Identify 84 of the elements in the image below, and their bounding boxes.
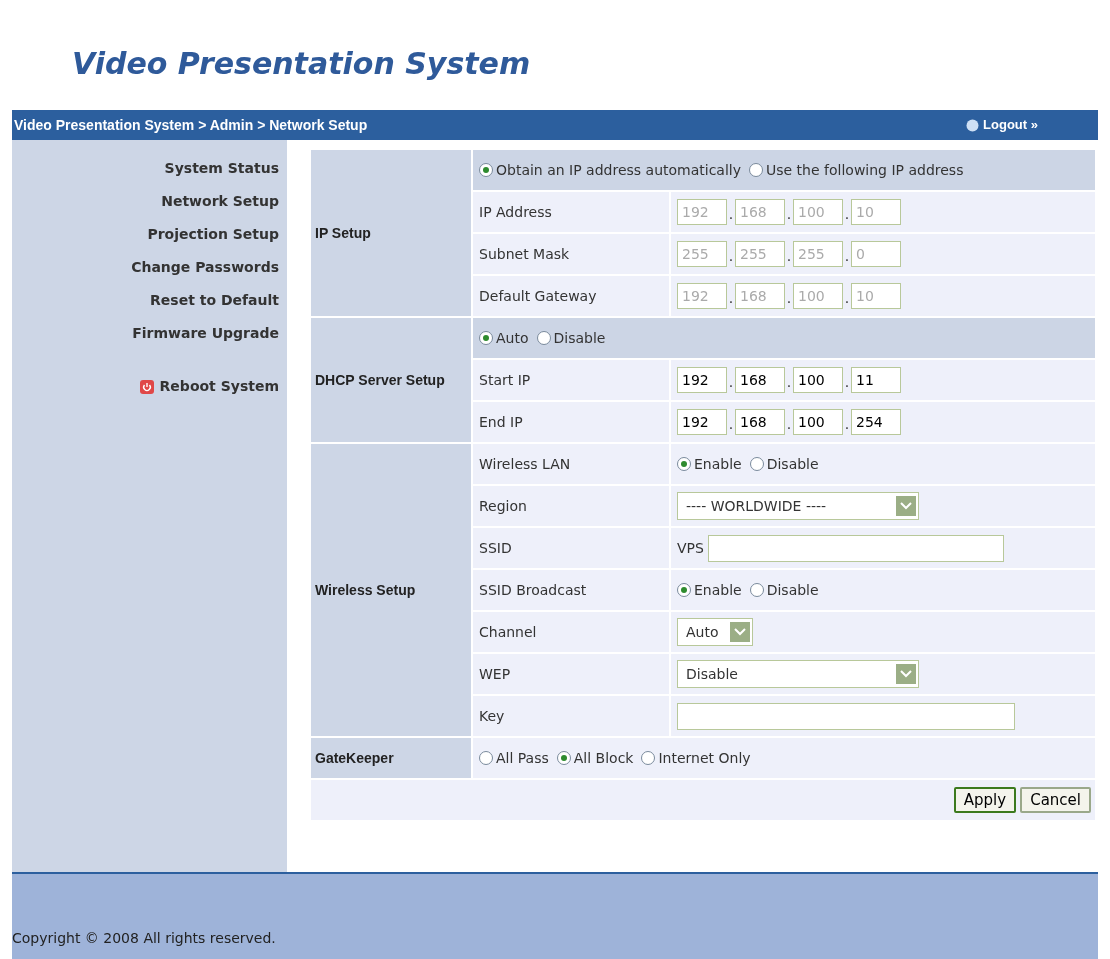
- dot-separator: .: [843, 415, 851, 434]
- radio-button[interactable]: [641, 751, 656, 765]
- radio-button[interactable]: [479, 163, 493, 177]
- ip-octet-field[interactable]: 168: [735, 409, 785, 435]
- dot-separator: .: [727, 373, 735, 392]
- field-label: IP Address: [473, 192, 669, 232]
- chevron-down-icon: [896, 496, 916, 516]
- radio-label: Use the following IP address: [766, 160, 964, 180]
- radio-label: Disable: [766, 454, 819, 474]
- dot-separator: .: [785, 415, 793, 434]
- sidebar-link[interactable]: Change Passwords: [131, 251, 279, 284]
- section-title: DHCP Server Setup: [311, 318, 471, 442]
- radio-label: All Block: [573, 748, 634, 768]
- radio-label: Enable: [694, 580, 742, 600]
- radio-button[interactable]: [479, 331, 493, 345]
- radio-button[interactable]: [677, 457, 691, 471]
- dropdown[interactable]: Auto: [677, 618, 753, 646]
- form-button[interactable]: Apply: [953, 787, 1017, 813]
- section-title: GateKeeper: [311, 738, 471, 778]
- dot-separator: .: [785, 373, 793, 392]
- chevron-down-icon: [730, 622, 750, 642]
- copyright-text: Copyright © 2008 All rights reserved.: [12, 929, 276, 948]
- field-label: Key: [473, 696, 669, 736]
- sidebar-link[interactable]: System Status: [164, 152, 279, 185]
- field-label: SSID Broadcast: [473, 570, 669, 610]
- ip-octet-field[interactable]: 100: [793, 367, 843, 393]
- field-label: Subnet Mask: [473, 234, 669, 274]
- radio-label: Auto: [496, 328, 529, 348]
- field-label: End IP: [473, 402, 669, 442]
- ip-octet-field[interactable]: 168: [735, 367, 785, 393]
- field-prefix: VPS: [677, 538, 704, 558]
- power-icon: [139, 379, 154, 394]
- field-label: Wireless LAN: [473, 444, 669, 484]
- dot-separator: .: [727, 205, 735, 224]
- dropdown[interactable]: ---- WORLDWIDE ----: [677, 492, 919, 520]
- radio-button[interactable]: [536, 331, 551, 345]
- radio-label: Disable: [553, 328, 606, 348]
- radio-button[interactable]: [749, 163, 763, 177]
- radio-label: Internet Only: [658, 748, 751, 768]
- radio-button[interactable]: [749, 583, 764, 597]
- reboot-link[interactable]: Reboot System: [139, 370, 279, 403]
- text-field[interactable]: [677, 702, 1015, 730]
- radio-label: Disable: [766, 580, 819, 600]
- ip-octet-field[interactable]: 192: [677, 367, 727, 393]
- sidebar-link[interactable]: Network Setup: [161, 185, 279, 218]
- dot-separator: .: [785, 247, 793, 266]
- radio-label: All Pass: [496, 748, 549, 768]
- field-label: WEP: [473, 654, 669, 694]
- ip-octet-field[interactable]: 254: [851, 409, 901, 435]
- sidebar-link[interactable]: Reset to Default: [150, 284, 279, 317]
- radio-button[interactable]: [556, 751, 571, 765]
- ip-octet-field[interactable]: 100: [793, 409, 843, 435]
- field-label: Start IP: [473, 360, 669, 400]
- section-title: IP Setup: [311, 150, 471, 316]
- dot-separator: .: [727, 289, 735, 308]
- dot-separator: .: [785, 289, 793, 308]
- section-title: Wireless Setup: [311, 444, 471, 736]
- dot-separator: .: [843, 289, 851, 308]
- field-label: Channel: [473, 612, 669, 652]
- radio-label: Obtain an IP address automatically: [496, 160, 741, 180]
- dropdown[interactable]: Disable: [677, 660, 919, 688]
- dot-separator: .: [785, 205, 793, 224]
- logout-link[interactable]: Logout »: [966, 115, 1038, 135]
- logo-title: Video Presentation System: [72, 44, 531, 83]
- dot-separator: .: [843, 205, 851, 224]
- dot-separator: .: [727, 415, 735, 434]
- ip-octet-field[interactable]: 192: [677, 409, 727, 435]
- text-field[interactable]: [707, 534, 1004, 562]
- form-button[interactable]: Cancel: [1020, 787, 1091, 813]
- dot-separator: .: [843, 247, 851, 266]
- breadcrumb: Video Presentation System > Admin > Network Setup: [14, 115, 368, 135]
- field-label: Region: [473, 486, 669, 526]
- chevron-down-icon: [896, 664, 916, 684]
- radio-button[interactable]: [677, 583, 691, 597]
- field-label: Default Gateway: [473, 276, 669, 316]
- dot-separator: .: [727, 247, 735, 266]
- field-label: SSID: [473, 528, 669, 568]
- dot-separator: .: [843, 373, 851, 392]
- radio-label: Enable: [694, 454, 742, 474]
- sidebar-link[interactable]: Projection Setup: [147, 218, 279, 251]
- radio-button[interactable]: [749, 457, 764, 471]
- sidebar-link[interactable]: Firmware Upgrade: [132, 317, 279, 350]
- ip-octet-field[interactable]: 11: [851, 367, 901, 393]
- radio-button[interactable]: [479, 751, 493, 765]
